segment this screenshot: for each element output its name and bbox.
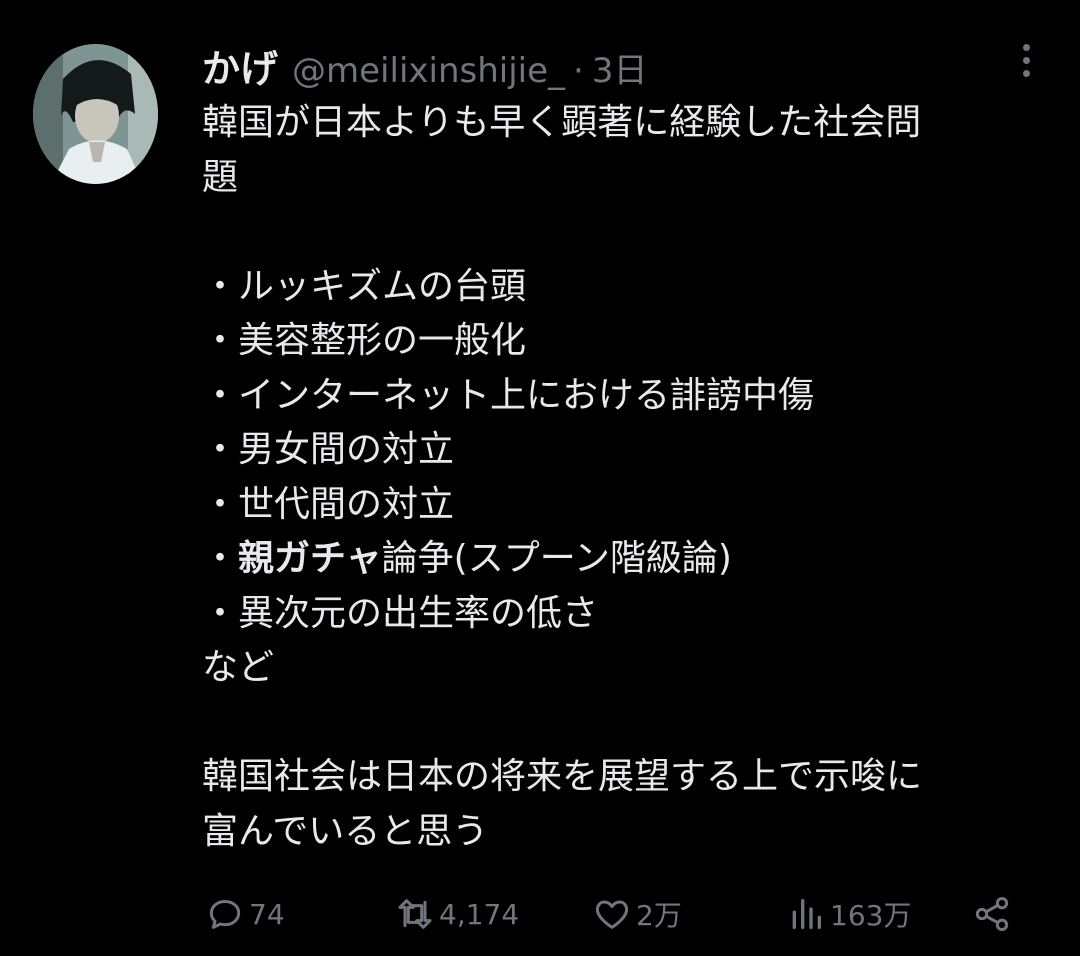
retweet-count: 4,174 xyxy=(439,897,520,931)
like-count: 2万 xyxy=(636,899,682,932)
reply-button[interactable]: 74 xyxy=(205,886,285,942)
bullet-rest: 論争(スプーン階級論) xyxy=(381,538,732,579)
views-icon xyxy=(792,899,821,929)
display-name[interactable]: かげ xyxy=(202,38,278,93)
user-handle[interactable]: @meilixinshijie_ xyxy=(292,51,565,91)
share-button[interactable] xyxy=(972,886,1016,942)
text-line: など xyxy=(202,647,275,688)
bullet-item: ・世代間の対立 xyxy=(202,483,455,525)
views-button[interactable]: 163万 xyxy=(786,886,911,942)
action-bar: 74 4,174 2万 163万 xyxy=(0,886,1080,942)
text-line: 題 xyxy=(202,156,239,198)
retweet-icon xyxy=(398,899,432,929)
bullet-item: ・親ガチャ論争(スプーン階級論) xyxy=(202,532,1062,587)
text-line: 韓国が日本よりも早く顕著に経験した社会問 xyxy=(202,102,922,143)
bullet-item: ・インターネット上における誹謗中傷 xyxy=(202,374,815,416)
bullet-prefix: ・ xyxy=(202,538,239,579)
bullet-item: ・男女間の対立 xyxy=(202,429,455,470)
avatar[interactable] xyxy=(33,44,158,184)
bullet-item: ・美容整形の一般化 xyxy=(202,320,527,361)
text-line: 韓国社会は日本の将来を展望する上で示唆に xyxy=(202,756,923,797)
avatar-image xyxy=(33,44,158,184)
bullet-item: ・異次元の出生率の低さ xyxy=(202,592,599,634)
retweet-button[interactable]: 4,174 xyxy=(395,886,519,942)
bullet-item: ・ルッキズムの台頭 xyxy=(202,265,527,307)
tweet-text: 韓国が日本よりも早く顕著に経験した社会問 題 ・ルッキズムの台頭 ・美容整形の一… xyxy=(202,96,1062,859)
tweet-header: かげ @meilixinshijie_ · 3日 xyxy=(202,38,647,98)
more-icon[interactable] xyxy=(1014,44,1038,84)
reply-count: 74 xyxy=(249,897,285,931)
heart-icon xyxy=(595,900,629,929)
timestamp[interactable]: 3日 xyxy=(592,43,648,92)
bold-text: 親ガチャ xyxy=(238,538,382,579)
views-count: 163万 xyxy=(830,899,912,932)
text-line: 富んでいると思う xyxy=(202,810,489,852)
separator: · xyxy=(573,51,584,91)
reply-icon xyxy=(209,900,241,929)
like-button[interactable]: 2万 xyxy=(592,886,682,942)
share-icon xyxy=(975,897,1009,931)
